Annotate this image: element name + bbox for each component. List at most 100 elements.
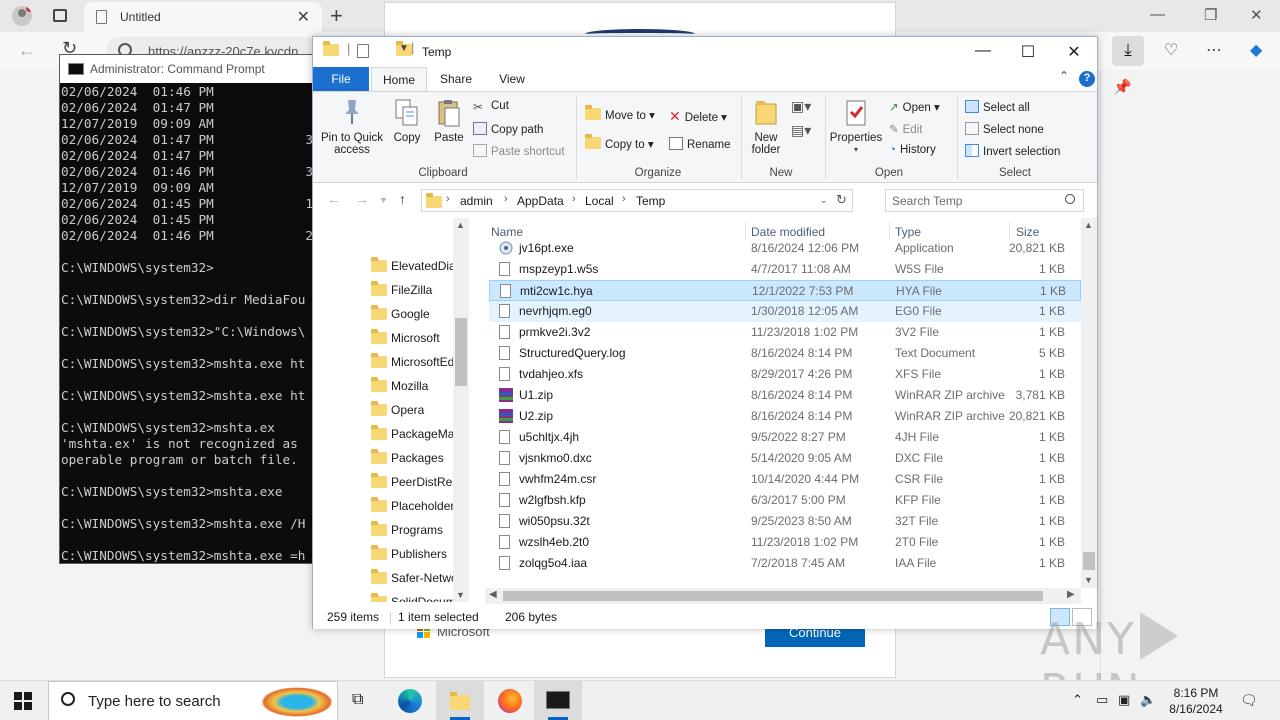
table-row[interactable]: wzslh4eb.2t0 11/23/2018 1:02 PM 2T0 File 1 …: [489, 532, 1081, 553]
chevron-up-icon[interactable]: ⌃: [1072, 692, 1083, 708]
nav-item-programs[interactable]: Programs: [313, 518, 455, 542]
restore-icon[interactable]: ❐: [1204, 6, 1217, 24]
meet-now-icon[interactable]: ▭: [1096, 692, 1108, 708]
table-row[interactable]: vjsnkmo0.dxc 5/14/2020 9:05 AM DXC File 1 K…: [489, 448, 1081, 469]
paste-button[interactable]: Paste: [429, 98, 469, 144]
breadcrumb-appdata[interactable]: AppData: [517, 194, 564, 208]
scroll-up-icon[interactable]: ▲: [456, 220, 465, 230]
easy-access-icon[interactable]: ▤▾: [791, 122, 811, 139]
explorer-title-bar[interactable]: | ▼ | Temp — ☐ ✕: [313, 37, 1097, 67]
notifications-icon[interactable]: 🗨: [1240, 692, 1258, 709]
nav-item-packagemanagement[interactable]: PackageManagement: [313, 422, 455, 446]
history-button[interactable]: ◔ History: [889, 144, 936, 156]
close-tab-icon[interactable]: ✕: [297, 7, 310, 27]
profile-avatar[interactable]: [12, 6, 32, 26]
edge-icon[interactable]: [386, 681, 434, 720]
task-view-icon[interactable]: ⧉: [338, 681, 386, 720]
nav-item-peerdistrepub[interactable]: PeerDistRepub: [313, 470, 455, 494]
close-window-icon[interactable]: ✕: [1250, 6, 1263, 24]
breadcrumb-local[interactable]: Local: [585, 194, 614, 208]
nav-item-placeholder[interactable]: Placeholder: [313, 494, 455, 518]
open-button[interactable]: ↗ Open ▾: [889, 100, 940, 114]
select-all-button[interactable]: Select all: [965, 100, 1030, 114]
firefox-icon[interactable]: [486, 681, 534, 720]
maximize-icon[interactable]: ☐: [1005, 39, 1051, 65]
chevron-down-icon[interactable]: ⌄: [820, 195, 828, 206]
recent-locations-icon[interactable]: ▼: [379, 195, 388, 205]
nav-item-microsoftedge[interactable]: MicrosoftEdge: [313, 350, 455, 374]
back-icon[interactable]: ←: [327, 191, 341, 207]
nav-item-publishers[interactable]: Publishers: [313, 542, 455, 566]
table-row[interactable]: mti2cw1c.hya 12/1/2022 7:53 PM HYA File 1 K…: [489, 280, 1081, 301]
select-none-button[interactable]: Select none: [965, 122, 1044, 136]
nav-item-mozilla[interactable]: Mozilla: [313, 374, 455, 398]
nav-item-safer-networking[interactable]: Safer-Networking: [313, 566, 455, 590]
taskbar-search[interactable]: Type here to search: [48, 681, 338, 720]
tab-share[interactable]: Share: [431, 67, 481, 91]
search-input[interactable]: Search Temp: [885, 189, 1084, 212]
table-row[interactable]: prmkve2i.3v2 11/23/2018 1:02 PM 3V2 File 1 …: [489, 322, 1081, 343]
nav-scrollbar[interactable]: ▲ ▼: [453, 218, 469, 602]
cut-button[interactable]: ✂ Cut: [473, 100, 509, 114]
copy-button[interactable]: Copy: [389, 98, 425, 144]
command-prompt-icon[interactable]: [534, 681, 582, 720]
scrollbar-thumb[interactable]: [455, 318, 467, 386]
file-explorer-icon[interactable]: [436, 681, 484, 720]
table-row[interactable]: wi050psu.32t 9/25/2023 8:50 AM 32T File 1 K…: [489, 511, 1081, 532]
downloads-icon[interactable]: ⤓: [1112, 36, 1144, 66]
more-icon[interactable]: ⋯: [1206, 40, 1222, 60]
help-icon[interactable]: ?: [1079, 71, 1095, 87]
nav-item-microsoft[interactable]: Microsoft: [313, 326, 455, 350]
nav-item-packages[interactable]: Packages: [313, 446, 455, 470]
tab-file[interactable]: File: [313, 67, 369, 91]
pin-to-quick-access-button[interactable]: Pin to Quick access: [319, 98, 385, 156]
table-row[interactable]: StructuredQuery.log 8/16/2024 8:14 PM Text…: [489, 343, 1081, 364]
navigation-pane[interactable]: ElevatedDiagnostics FileZilla Google Micros…: [313, 218, 469, 602]
minimize-icon[interactable]: —: [960, 39, 1006, 65]
pin-icon[interactable]: 📌: [1113, 78, 1132, 96]
breadcrumb[interactable]: › admin › AppData › Local › Temp ⌄ ↻: [421, 189, 853, 212]
edit-button[interactable]: ✎ Edit: [889, 122, 922, 136]
copilot-icon[interactable]: ◆: [1250, 40, 1262, 60]
scroll-down-icon[interactable]: ▼: [1084, 575, 1093, 585]
browser-essentials-icon[interactable]: ♡: [1164, 40, 1178, 60]
cmd-title-bar[interactable]: Administrator: Command Prompt: [60, 55, 316, 83]
file-list-scrollbar[interactable]: ▲ ▼: [1081, 218, 1097, 588]
back-icon[interactable]: ←: [18, 40, 36, 61]
move-to-button[interactable]: Move to ▾: [585, 105, 655, 122]
table-row[interactable]: U2.zip 8/16/2024 8:14 PM WinRAR ZIP archiv…: [489, 406, 1081, 427]
properties-quick-icon[interactable]: [357, 44, 369, 58]
browser-tab[interactable]: Untitled ✕: [84, 2, 322, 32]
up-icon[interactable]: ↑: [399, 191, 406, 207]
nav-item-filezilla[interactable]: FileZilla: [313, 278, 455, 302]
breadcrumb-temp[interactable]: Temp: [636, 194, 665, 208]
cmd-output[interactable]: 02/06/2024 01:46 PM 02/06/2024 01:47 PM 12…: [61, 84, 313, 562]
forward-icon[interactable]: →: [355, 191, 369, 207]
horizontal-scrollbar[interactable]: ◀ ▶: [485, 588, 1081, 604]
table-row[interactable]: zolqg5o4.iaa 7/2/2018 7:45 AM IAA File 1 KB: [489, 553, 1081, 574]
network-icon[interactable]: ▣: [1118, 692, 1130, 708]
nav-item-elevateddiagnostics[interactable]: ElevatedDiagnostics: [313, 254, 455, 278]
table-row[interactable]: vwhfm24m.csr 10/14/2020 4:44 PM CSR File 1 …: [489, 469, 1081, 490]
tab-actions-icon[interactable]: [53, 9, 67, 22]
scroll-down-icon[interactable]: ▼: [456, 590, 465, 600]
collapse-ribbon-icon[interactable]: ⌃: [1059, 69, 1069, 83]
properties-button[interactable]: Properties ▾: [829, 98, 883, 156]
rename-button[interactable]: Rename: [669, 137, 730, 151]
new-item-icon[interactable]: ▣▾: [791, 98, 811, 115]
breadcrumb-admin[interactable]: admin: [460, 194, 493, 208]
nav-item-google[interactable]: Google: [313, 302, 455, 326]
table-row[interactable]: U1.zip 8/16/2024 8:14 PM WinRAR ZIP archiv…: [489, 385, 1081, 406]
scrollbar-thumb[interactable]: [503, 591, 1043, 601]
table-row[interactable]: jv16pt.exe 8/16/2024 12:06 PM Application 2…: [489, 238, 1081, 259]
nav-item-soliddocuments[interactable]: SolidDocuments: [313, 590, 455, 602]
command-prompt-window[interactable]: Administrator: Command Prompt 02/06/2024…: [59, 54, 316, 564]
volume-icon[interactable]: 🔈: [1140, 692, 1156, 708]
new-folder-button[interactable]: New folder: [745, 98, 787, 156]
tab-view[interactable]: View: [487, 67, 537, 91]
clock[interactable]: 8:16 PM 8/16/2024: [1160, 685, 1232, 717]
customize-toolbar-icon[interactable]: ▼: [399, 43, 409, 54]
minimize-icon[interactable]: —: [1150, 6, 1165, 23]
copy-path-button[interactable]: Copy path: [473, 122, 543, 136]
paste-shortcut-button[interactable]: Paste shortcut: [473, 144, 565, 158]
